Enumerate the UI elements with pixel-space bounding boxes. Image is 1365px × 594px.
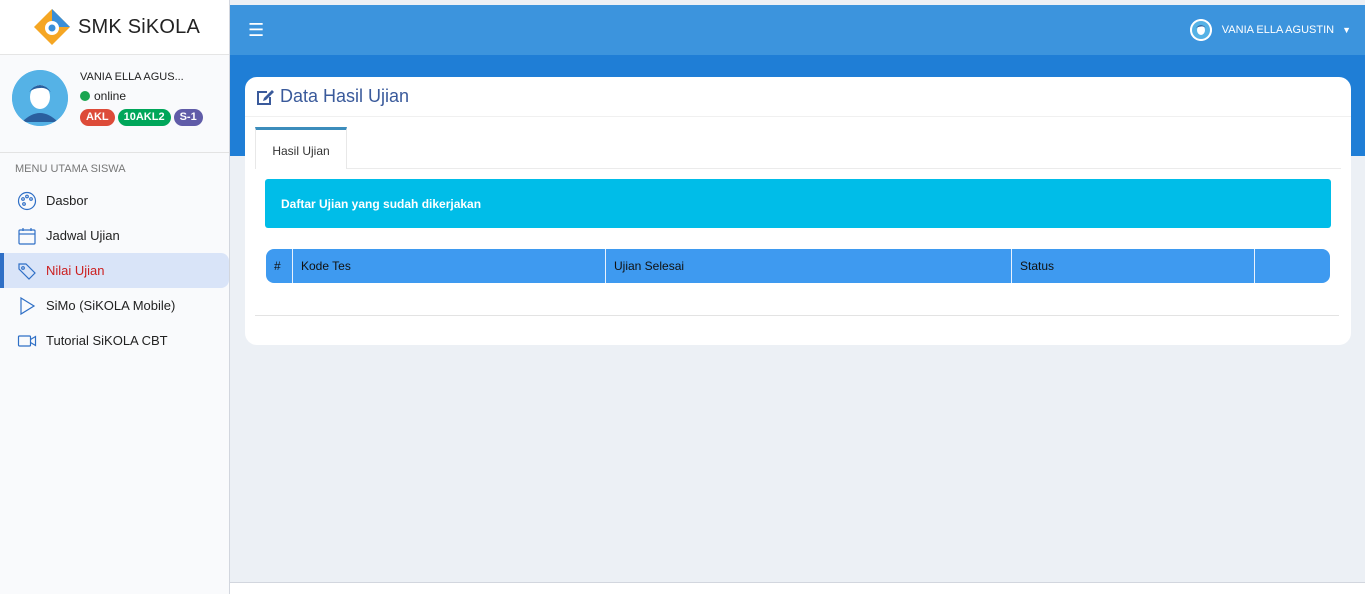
col-ujian-selesai[interactable]: Ujian Selesai bbox=[606, 249, 1012, 283]
sikola-logo-icon bbox=[34, 9, 70, 45]
sidebar-item-label: Dasbor bbox=[46, 193, 88, 208]
video-icon bbox=[17, 334, 37, 347]
badge-semester: S-1 bbox=[173, 109, 203, 126]
user-avatar-icon bbox=[12, 70, 68, 126]
calendar-icon bbox=[18, 227, 36, 245]
brand[interactable]: SMK SiKOLA bbox=[0, 0, 229, 55]
sidebar-item-nilai-ujian[interactable]: Nilai Ujian bbox=[0, 253, 229, 288]
chevron-down-icon: ▼ bbox=[1342, 25, 1351, 35]
sidebar-item-simo[interactable]: SiMo (SiKOLA Mobile) bbox=[0, 288, 229, 323]
col-action bbox=[1255, 249, 1330, 283]
badge-class: 10AKL2 bbox=[117, 109, 171, 126]
online-dot-icon bbox=[80, 91, 90, 101]
sidebar-item-jadwal-ujian[interactable]: Jadwal Ujian bbox=[0, 218, 229, 253]
edit-icon bbox=[257, 89, 274, 105]
user-avatar-icon bbox=[1189, 19, 1212, 41]
sidebar-item-label: Nilai Ujian bbox=[46, 263, 105, 278]
sidebar-item-label: SiMo (SiKOLA Mobile) bbox=[46, 298, 176, 313]
tags-icon bbox=[18, 262, 36, 280]
card-title: Data Hasil Ujian bbox=[245, 77, 1351, 117]
tab-bar: Hasil Ujian bbox=[255, 127, 1341, 169]
sidebar-item-label: Tutorial SiKOLA CBT bbox=[46, 333, 168, 348]
user-panel: VANIA ELLA AGUS... online AKL 10AKL2 S-1 bbox=[0, 55, 229, 153]
online-status: online bbox=[80, 89, 203, 103]
card-divider bbox=[255, 315, 1339, 316]
results-card: Data Hasil Ujian Hasil Ujian Daftar Ujia… bbox=[245, 77, 1351, 345]
top-navbar: ☰ VANIA ELLA AGUSTIN ▼ bbox=[230, 5, 1365, 55]
hamburger-icon[interactable]: ☰ bbox=[248, 20, 264, 41]
online-label: online bbox=[94, 89, 127, 103]
play-icon bbox=[20, 296, 36, 315]
sidebar-item-dasbor[interactable]: Dasbor bbox=[0, 183, 229, 218]
page-title: Data Hasil Ujian bbox=[280, 86, 410, 106]
sidebar-item-tutorial[interactable]: Tutorial SiKOLA CBT bbox=[0, 323, 229, 358]
badge-major: AKL bbox=[80, 109, 115, 126]
brand-name: SMK SiKOLA bbox=[78, 15, 201, 38]
menu-header: MENU UTAMA SISWA bbox=[15, 163, 126, 175]
avatar bbox=[12, 70, 68, 126]
col-number[interactable]: # bbox=[266, 249, 293, 283]
tab-hasil-ujian[interactable]: Hasil Ujian bbox=[255, 127, 347, 169]
col-status[interactable]: Status bbox=[1012, 249, 1255, 283]
sidebar: SMK SiKOLA VANIA ELLA AGUS... online AKL… bbox=[0, 0, 230, 594]
user-name: VANIA ELLA AGUS... bbox=[80, 71, 184, 83]
results-table-header: # Kode Tes Ujian Selesai Status bbox=[266, 249, 1330, 283]
palette-icon bbox=[17, 191, 37, 210]
col-kode-tes[interactable]: Kode Tes bbox=[293, 249, 606, 283]
info-callout: Daftar Ujian yang sudah dikerjakan bbox=[265, 179, 1331, 228]
main-footer bbox=[230, 582, 1365, 594]
topbar-user-name: VANIA ELLA AGUSTIN bbox=[1221, 24, 1335, 36]
sidebar-item-label: Jadwal Ujian bbox=[46, 228, 120, 243]
user-menu[interactable]: VANIA ELLA AGUSTIN ▼ bbox=[1189, 19, 1351, 41]
